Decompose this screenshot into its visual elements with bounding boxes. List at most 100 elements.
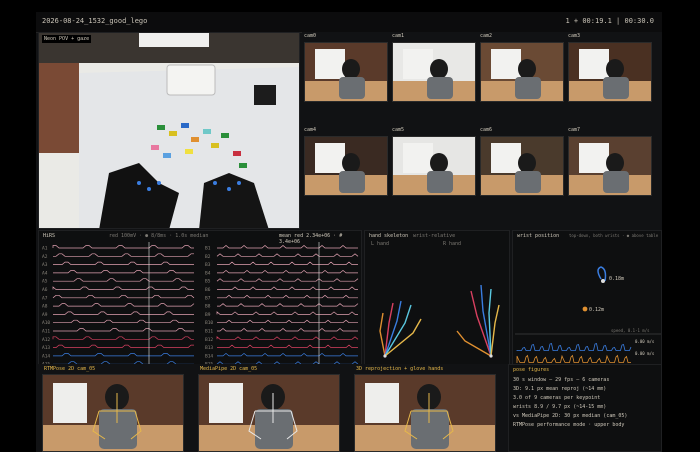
signal-meta: red 100mV · ● 8/8ms · 1.0s median <box>109 233 209 239</box>
dashboard-window: 2026-08-24_1532_good_lego 1 + 00:19.1 | … <box>36 12 662 452</box>
camera-label: cam1 <box>392 33 405 39</box>
session-title: 2026-08-24_1532_good_lego <box>42 17 148 25</box>
signal-panel: HiRS red 100mV · ● 8/8ms · 1.0s median m… <box>38 230 362 380</box>
pose-figures-title: pose figures <box>513 367 550 373</box>
camera-view[interactable] <box>304 136 388 196</box>
signal-trace-left <box>53 328 194 332</box>
channel-label-right: B11 <box>205 329 213 335</box>
channel-label-right: B14 <box>205 353 213 359</box>
pose-figure-line: 30 s window — 29 fps — 6 cameras <box>513 377 610 383</box>
camera-label: cam7 <box>568 127 581 133</box>
hand-skeleton-plot <box>379 284 500 358</box>
camera-label: cam6 <box>480 127 493 133</box>
signal-trace-right <box>217 261 358 265</box>
signal-trace-right <box>216 311 358 315</box>
speed-value-2: 0.00 m/s <box>635 351 655 356</box>
signal-trace-left <box>53 261 194 265</box>
pose-figure-line: 3D: 9.1 px mean reproj (~14 mm) <box>513 386 607 392</box>
channel-label-right: B1 <box>205 246 211 252</box>
speed-value-1: 0.00 m/s <box>635 339 655 344</box>
camera-label: cam2 <box>480 33 493 39</box>
channel-label-right: B9 <box>205 312 211 318</box>
pose-view-label: RTMPose 2D cam_05 <box>44 366 96 372</box>
signal-trace-right <box>217 328 358 332</box>
channel-label-left: A5 <box>42 279 48 285</box>
signal-trace-left <box>53 319 194 324</box>
signal-traces: A1A2A3A4A5A6A7A8A9A10A11A12A13A14A15B1B2… <box>42 242 359 379</box>
signal-trace-right <box>217 269 358 274</box>
signal-trace-left <box>52 294 195 299</box>
signal-trace-left <box>52 286 194 290</box>
pose-view[interactable] <box>42 374 184 452</box>
signal-trace-right <box>216 278 359 282</box>
channel-label-right: B10 <box>205 320 213 326</box>
camera-view[interactable] <box>480 136 564 196</box>
signal-trace-right <box>217 303 359 307</box>
signal-trace-left <box>53 278 194 282</box>
signal-trace-right <box>217 319 358 324</box>
channel-label-left: A13 <box>42 345 50 351</box>
signal-trace-left <box>53 270 194 274</box>
signal-trace-right <box>216 336 359 340</box>
channel-label-right: B8 <box>205 304 211 310</box>
pose-figures-panel: pose figures 30 s window — 29 fps — 6 ca… <box>508 364 662 452</box>
skeleton-title: hand skeleton <box>369 233 409 239</box>
hand-skeleton-panel: hand skeleton wrist-relative L hand R ha… <box>364 230 510 380</box>
signal-trace-left <box>53 344 194 348</box>
channel-label-right: B6 <box>205 287 211 293</box>
channel-label-right: B3 <box>205 262 211 268</box>
channel-label-left: A11 <box>42 329 50 335</box>
camera-view[interactable] <box>568 136 652 196</box>
channel-label-right: B12 <box>205 337 213 343</box>
channel-label-right: B5 <box>205 279 211 285</box>
skeleton-sub: wrist-relative <box>413 233 456 239</box>
camera-view[interactable] <box>392 136 476 196</box>
camera-label: cam0 <box>304 33 317 39</box>
channel-label-left: A14 <box>42 353 50 359</box>
signal-trace-left <box>53 303 195 307</box>
signal-trace-right <box>217 245 358 249</box>
header-bar: 2026-08-24_1532_good_lego 1 + 00:19.1 | … <box>36 12 662 33</box>
pov-scene <box>39 33 299 228</box>
wrist-position-panel: wrist position top-down, both wrists · ●… <box>512 230 662 380</box>
channel-label-right: B7 <box>205 295 211 301</box>
camera-view[interactable] <box>568 42 652 102</box>
pose-view[interactable] <box>198 374 340 452</box>
signal-trace-right <box>217 294 358 299</box>
camera-view[interactable] <box>480 42 564 102</box>
signal-trace-right <box>216 253 359 257</box>
channel-label-left: A6 <box>42 287 48 293</box>
wrist-tag-2: 0.12m <box>589 307 605 313</box>
wrist-tag-1: 0.18m <box>609 276 625 282</box>
channel-label-right: B4 <box>205 270 211 276</box>
channel-label-left: A12 <box>42 337 50 343</box>
pose-views: RTMPose 2D cam_05 MediaPipe 2D cam_05 3D… <box>38 364 508 452</box>
channel-label-right: B2 <box>205 254 211 260</box>
channel-label-left: A3 <box>42 262 48 268</box>
pose-figure-line: RTMPose performance mode · upper body <box>513 422 625 428</box>
speed-label: speed, 0.1-1 m/s <box>611 328 650 333</box>
pov-panel: Neon POV + gaze <box>38 32 300 229</box>
signal-trace-right <box>217 286 358 290</box>
channel-label-left: A10 <box>42 320 50 326</box>
pov-label: Neon POV + gaze <box>42 35 92 43</box>
pose-figure-line: wrists 8.9 / 9.7 px (~14-15 mm) <box>513 404 607 410</box>
camera-grid: cam0 cam1 cam2 cam3 cam4 cam5 cam6 cam7 <box>302 32 662 229</box>
signal-title: HiRS <box>43 233 56 239</box>
camera-view[interactable] <box>304 42 388 102</box>
channel-label-right: B13 <box>205 345 213 351</box>
wrist-plot <box>515 266 661 363</box>
wrist-sub: top-down, both wrists · ● above table <box>569 233 659 238</box>
signal-trace-left <box>52 336 194 340</box>
signal-trace-left <box>53 353 194 357</box>
signal-trace-left <box>52 245 194 249</box>
pose-view-label: 3D reprojection + glove hands <box>356 366 444 372</box>
camera-view[interactable] <box>392 42 476 102</box>
camera-label: cam5 <box>392 127 405 133</box>
channel-label-left: A9 <box>42 312 48 318</box>
pose-figure-line: vs MediaPipe 2D: 30 px median (cam_05) <box>513 413 628 419</box>
signal-trace-right <box>217 344 358 348</box>
time-readout: 1 + 00:19.1 | 00:30.0 <box>565 17 654 25</box>
pose-view[interactable] <box>354 374 496 452</box>
channel-label-left: A1 <box>42 246 48 252</box>
